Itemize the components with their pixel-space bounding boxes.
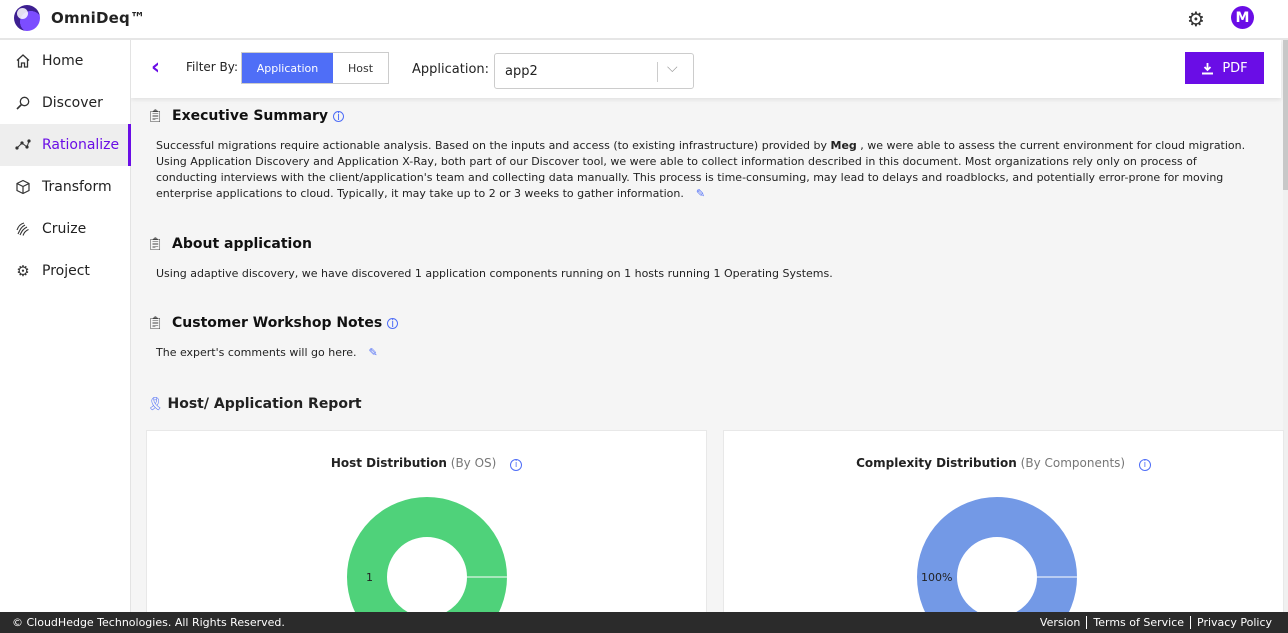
application-select-value: app2 bbox=[505, 64, 538, 79]
gear-icon: ⚙ bbox=[16, 262, 30, 280]
application-label: Application: bbox=[412, 62, 490, 77]
workshop-notes-title: Customer Workshop Notes bbox=[172, 315, 383, 331]
sidebar: Home Discover Rationalize Transform Crui… bbox=[0, 40, 131, 612]
clipboard-icon: 📋︎ bbox=[147, 108, 164, 124]
provider-name: Meg bbox=[830, 139, 857, 152]
top-bar: OmniDeq™ ⚙ M bbox=[0, 0, 1288, 40]
sidebar-item-cruize[interactable]: Cruize bbox=[0, 208, 130, 250]
chevron-down-icon[interactable]: ⌵ bbox=[667, 60, 678, 76]
host-distribution-card: Host Distribution (By OS) i 1 bbox=[146, 430, 707, 612]
donut-slice bbox=[917, 497, 1077, 612]
select-separator bbox=[657, 62, 658, 82]
workshop-notes-section: 📋︎ Customer Workshop Notes i The expert'… bbox=[147, 315, 1267, 361]
main-content: ‹ Filter By: Application Host Applicatio… bbox=[131, 40, 1288, 612]
filter-application-button[interactable]: Application bbox=[242, 53, 333, 83]
host-distribution-donut[interactable]: 1 bbox=[346, 497, 508, 612]
slice-label: 100% bbox=[921, 571, 952, 584]
donut-slice bbox=[347, 497, 507, 612]
footer-link-terms[interactable]: Terms of Service bbox=[1086, 616, 1190, 629]
scrollbar-thumb[interactable] bbox=[1283, 40, 1288, 190]
filter-bar: ‹ Filter By: Application Host Applicatio… bbox=[131, 40, 1281, 98]
filter-toggle: Application Host bbox=[241, 52, 389, 84]
info-icon[interactable]: i bbox=[510, 459, 523, 471]
sidebar-item-home[interactable]: Home bbox=[0, 40, 130, 82]
sidebar-item-project[interactable]: ⚙ Project bbox=[0, 250, 130, 292]
rationalize-icon bbox=[14, 136, 32, 154]
brand-name: OmniDeq™ bbox=[51, 9, 146, 27]
sidebar-item-transform[interactable]: Transform bbox=[0, 166, 130, 208]
sidebar-item-label: Cruize bbox=[42, 221, 87, 237]
executive-summary-title: Executive Summary bbox=[172, 108, 329, 124]
about-application-text: Using adaptive discovery, we have discov… bbox=[156, 267, 833, 280]
workshop-notes-text: The expert's comments will go here. ✎ bbox=[156, 346, 378, 359]
clipboard-icon: 📋︎ bbox=[147, 315, 164, 331]
about-application-title: About application bbox=[172, 236, 312, 252]
footer: © CloudHedge Technologies. All Rights Re… bbox=[0, 612, 1288, 633]
info-icon[interactable]: i bbox=[333, 110, 345, 123]
card-title: Host Distribution (By OS) i bbox=[147, 456, 706, 471]
filter-host-button[interactable]: Host bbox=[333, 53, 388, 83]
clipboard-icon: 📋︎ bbox=[147, 236, 164, 252]
back-chevron-icon[interactable]: ‹ bbox=[151, 57, 167, 79]
application-select[interactable]: app2 ⌵ bbox=[494, 53, 694, 89]
sidebar-item-rationalize[interactable]: Rationalize bbox=[0, 124, 131, 166]
sidebar-item-label: Discover bbox=[42, 95, 103, 111]
award-ribbon-icon: 🎗︎ bbox=[147, 396, 164, 412]
sidebar-item-label: Home bbox=[42, 53, 84, 69]
copyright-text: © CloudHedge Technologies. All Rights Re… bbox=[12, 616, 285, 629]
card-title: Complexity Distribution (By Components) … bbox=[724, 456, 1283, 471]
omnideq-logo[interactable] bbox=[14, 5, 40, 31]
edit-pencil-icon[interactable]: ✎ bbox=[696, 187, 705, 200]
footer-link-version[interactable]: Version bbox=[1034, 616, 1086, 629]
report-heading: 🎗︎ Host/ Application Report bbox=[147, 396, 362, 412]
home-icon bbox=[14, 52, 32, 70]
edit-pencil-icon[interactable]: ✎ bbox=[369, 346, 378, 359]
discover-icon bbox=[14, 94, 32, 112]
info-icon[interactable]: i bbox=[1138, 459, 1151, 471]
slice-label: 1 bbox=[366, 571, 373, 584]
sidebar-item-discover[interactable]: Discover bbox=[0, 82, 130, 124]
pdf-download-button[interactable]: PDF bbox=[1185, 52, 1264, 84]
pdf-button-label: PDF bbox=[1222, 60, 1248, 76]
executive-summary-section: 📋︎ Executive Summary i Successful migrat… bbox=[147, 108, 1267, 202]
complexity-distribution-donut[interactable]: 100% bbox=[916, 497, 1078, 612]
sidebar-item-label: Transform bbox=[42, 179, 112, 195]
user-avatar[interactable]: M bbox=[1231, 6, 1254, 29]
about-application-section: 📋︎ About application Using adaptive disc… bbox=[147, 236, 1267, 282]
footer-links: Version Terms of Service Privacy Policy bbox=[1034, 616, 1278, 629]
sidebar-item-label: Project bbox=[42, 263, 90, 279]
cube-icon bbox=[14, 178, 32, 196]
filter-by-label: Filter By: bbox=[186, 60, 239, 74]
fingerprint-icon bbox=[14, 220, 32, 238]
download-icon bbox=[1202, 62, 1214, 74]
settings-gear-icon[interactable]: ⚙ bbox=[1185, 7, 1207, 31]
complexity-distribution-card: Complexity Distribution (By Components) … bbox=[723, 430, 1284, 612]
info-icon[interactable]: i bbox=[387, 317, 399, 330]
sidebar-item-label: Rationalize bbox=[42, 137, 120, 153]
footer-link-privacy[interactable]: Privacy Policy bbox=[1190, 616, 1278, 629]
executive-summary-text: Successful migrations require actionable… bbox=[156, 139, 1246, 200]
